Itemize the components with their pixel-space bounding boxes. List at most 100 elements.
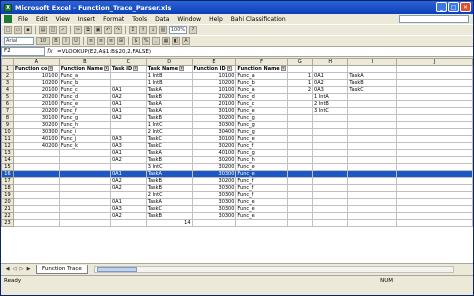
- align-center-icon[interactable]: ≡: [97, 37, 105, 45]
- column-header[interactable]: E: [191, 58, 237, 66]
- cell[interactable]: [347, 114, 398, 122]
- row-header[interactable]: 5: [1, 93, 14, 101]
- currency-icon[interactable]: $: [132, 37, 140, 45]
- cell[interactable]: TaskB: [145, 212, 193, 220]
- row-header[interactable]: 9: [1, 121, 14, 129]
- cell[interactable]: [396, 93, 473, 101]
- redo-icon[interactable]: ↷: [114, 26, 122, 34]
- cell[interactable]: Func_k: [58, 142, 112, 150]
- font-select[interactable]: Arial: [4, 37, 34, 45]
- cell[interactable]: [312, 177, 349, 185]
- cell[interactable]: Function Name ▾: [235, 65, 288, 73]
- merge-icon[interactable]: ⊞: [117, 37, 125, 45]
- cell[interactable]: 1 IntC: [145, 121, 193, 129]
- cell[interactable]: [12, 149, 60, 157]
- prev-sheet-icon[interactable]: ◁: [11, 266, 18, 273]
- cell[interactable]: [58, 149, 112, 157]
- close-button[interactable]: ✕: [460, 2, 471, 12]
- comma-icon[interactable]: ,: [152, 37, 160, 45]
- cell[interactable]: Func_c: [235, 100, 288, 108]
- cell[interactable]: [286, 149, 314, 157]
- name-box[interactable]: F2: [1, 47, 45, 56]
- underline-icon[interactable]: U: [72, 37, 80, 45]
- cell[interactable]: [286, 121, 314, 129]
- cell[interactable]: 10100: [12, 72, 60, 80]
- row-header[interactable]: 20: [1, 198, 14, 206]
- cell[interactable]: [347, 198, 398, 206]
- cell[interactable]: TaskA: [145, 170, 193, 178]
- cell[interactable]: Func_d: [58, 93, 112, 101]
- autofilter-dropdown-icon[interactable]: ▾: [226, 66, 232, 71]
- cell[interactable]: 10100: [191, 86, 237, 94]
- cell[interactable]: [396, 100, 473, 108]
- column-header[interactable]: H: [312, 58, 349, 66]
- cell[interactable]: 40100: [12, 135, 60, 143]
- help-question-input[interactable]: [399, 15, 469, 23]
- cell[interactable]: [396, 219, 473, 227]
- cell[interactable]: 30200: [191, 142, 237, 150]
- cell[interactable]: 0A2: [110, 212, 147, 220]
- cell[interactable]: TaskA: [145, 100, 193, 108]
- cell[interactable]: [12, 191, 60, 199]
- cell[interactable]: Func_e: [235, 107, 288, 115]
- row-header[interactable]: 7: [1, 107, 14, 115]
- cell[interactable]: 30300: [191, 191, 237, 199]
- cell[interactable]: 2: [286, 86, 314, 94]
- row-header[interactable]: 6: [1, 100, 14, 108]
- cell[interactable]: Func_g: [58, 114, 112, 122]
- cell[interactable]: [396, 72, 473, 80]
- cell[interactable]: [312, 142, 349, 150]
- cell[interactable]: 1: [286, 79, 314, 87]
- sort-asc-icon[interactable]: ↑: [139, 26, 147, 34]
- cell[interactable]: 2 IntC: [145, 191, 193, 199]
- cell[interactable]: 30100: [12, 114, 60, 122]
- cell[interactable]: 0A1: [110, 100, 147, 108]
- horizontal-scrollbar[interactable]: [93, 265, 454, 273]
- cell[interactable]: [396, 149, 473, 157]
- cell[interactable]: 30300: [191, 121, 237, 129]
- cell[interactable]: Function co ▾: [12, 65, 60, 73]
- row-header[interactable]: 3: [1, 79, 14, 87]
- italic-icon[interactable]: I: [62, 37, 70, 45]
- cell[interactable]: 30200: [191, 114, 237, 122]
- row-header[interactable]: 16: [1, 170, 14, 178]
- row-header[interactable]: 14: [1, 156, 14, 164]
- cell[interactable]: [347, 128, 398, 136]
- cell[interactable]: Func_f: [235, 191, 288, 199]
- cell[interactable]: TaskA: [145, 86, 193, 94]
- cell[interactable]: [396, 156, 473, 164]
- sort-desc-icon[interactable]: ↓: [149, 26, 157, 34]
- cell[interactable]: TaskB: [145, 156, 193, 164]
- cell[interactable]: [396, 142, 473, 150]
- row-header[interactable]: 13: [1, 149, 14, 157]
- cell[interactable]: TaskB: [347, 79, 398, 87]
- cell[interactable]: [286, 177, 314, 185]
- cell[interactable]: 30100: [191, 135, 237, 143]
- fx-icon[interactable]: fx: [45, 48, 55, 55]
- cell[interactable]: 1: [286, 72, 314, 80]
- cell[interactable]: [12, 177, 60, 185]
- cell[interactable]: [347, 65, 398, 73]
- cell[interactable]: [58, 191, 112, 199]
- autosum-icon[interactable]: Σ: [129, 26, 137, 34]
- first-sheet-icon[interactable]: ◀: [4, 266, 11, 273]
- cell[interactable]: TaskA: [145, 149, 193, 157]
- cell[interactable]: Func_e: [235, 205, 288, 213]
- menu-data[interactable]: Data: [151, 16, 173, 23]
- cell[interactable]: [312, 219, 349, 227]
- cell[interactable]: [286, 142, 314, 150]
- cell[interactable]: 30200: [191, 177, 237, 185]
- cell[interactable]: Func_e: [235, 135, 288, 143]
- cell[interactable]: [191, 219, 237, 227]
- cell[interactable]: [396, 107, 473, 115]
- row-header[interactable]: 8: [1, 114, 14, 122]
- cell[interactable]: [396, 79, 473, 87]
- menu-view[interactable]: View: [52, 16, 74, 23]
- cell[interactable]: [58, 177, 112, 185]
- cell[interactable]: [58, 198, 112, 206]
- undo-icon[interactable]: ↶: [104, 26, 112, 34]
- cell[interactable]: 10200: [12, 79, 60, 87]
- row-header[interactable]: 10: [1, 128, 14, 136]
- cell[interactable]: 20200: [12, 93, 60, 101]
- cell[interactable]: Task ID ▾: [110, 65, 147, 73]
